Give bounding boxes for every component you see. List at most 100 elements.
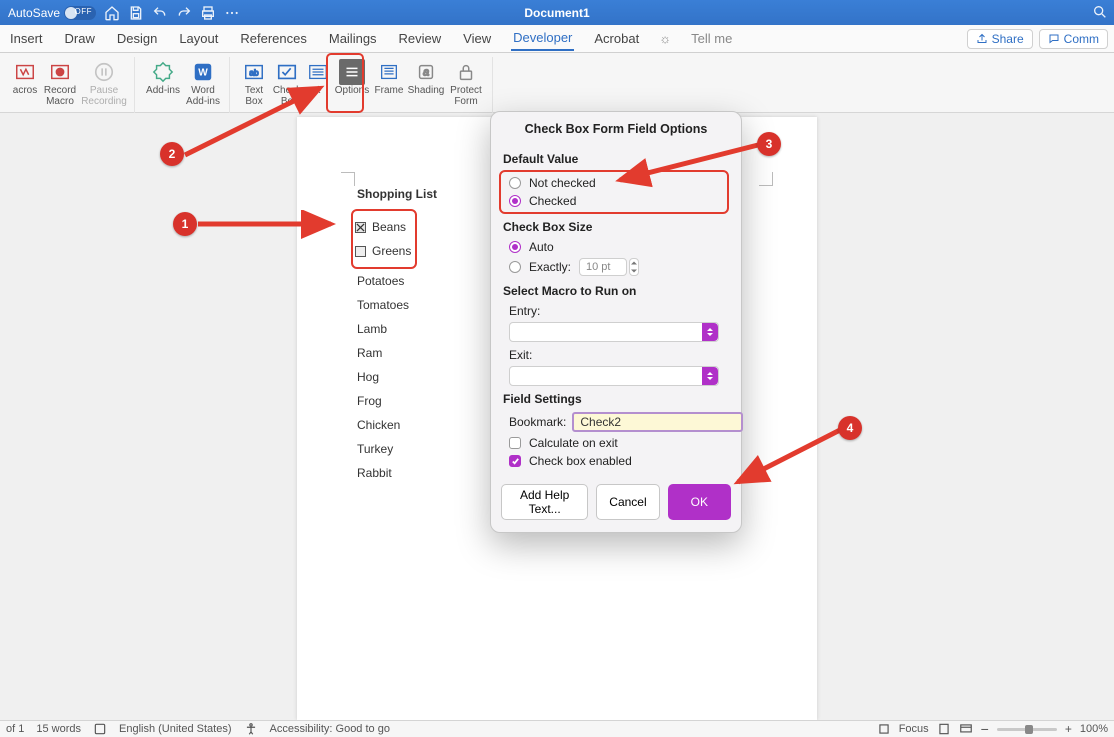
accessibility-icon[interactable]: [244, 722, 258, 736]
autosave-label: AutoSave: [8, 6, 60, 20]
tab-mailings[interactable]: Mailings: [327, 27, 379, 50]
options-button[interactable]: Options: [332, 57, 372, 97]
spellcheck-icon[interactable]: [93, 722, 107, 736]
print-icon[interactable]: [200, 5, 216, 21]
status-page[interactable]: of 1: [6, 723, 24, 735]
callout-badge-3: 3: [757, 132, 781, 156]
ok-button[interactable]: OK: [668, 484, 731, 520]
add-help-text-button[interactable]: Add Help Text...: [501, 484, 588, 520]
tab-review[interactable]: Review: [397, 27, 444, 50]
bookmark-input[interactable]: [572, 412, 743, 432]
callout-badge-1: 1: [173, 212, 197, 236]
record-macro-button[interactable]: Record Macro: [40, 57, 80, 107]
radio-label: Not checked: [529, 176, 596, 190]
status-language[interactable]: English (United States): [119, 723, 232, 735]
list-item[interactable]: Greens: [355, 239, 411, 263]
record-macro-icon: [47, 59, 73, 85]
list-item-label: Tomatoes: [357, 298, 409, 312]
status-focus[interactable]: Focus: [899, 723, 929, 735]
tellme[interactable]: Tell me: [689, 27, 734, 50]
entry-macro-label: Entry:: [503, 302, 729, 320]
zoom-level[interactable]: 100%: [1080, 723, 1108, 735]
title-bar: AutoSave OFF Document1: [0, 0, 1114, 25]
tab-layout[interactable]: Layout: [177, 27, 220, 50]
status-accessibility[interactable]: Accessibility: Good to go: [270, 723, 390, 735]
macro-heading: Select Macro to Run on: [503, 284, 729, 298]
size-stepper[interactable]: [629, 258, 639, 276]
shading-button[interactable]: a Shading: [406, 57, 446, 97]
macros-icon: [12, 59, 38, 85]
tab-insert[interactable]: Insert: [8, 27, 45, 50]
text-box-button[interactable]: ab Text Box: [238, 57, 270, 107]
size-input[interactable]: [579, 258, 627, 276]
combo-box-button[interactable]: x: [304, 57, 332, 97]
save-icon[interactable]: [128, 5, 144, 21]
ribbon: acros Record Macro Pause Recording Add-i…: [0, 53, 1114, 113]
zoom-out[interactable]: −: [981, 721, 989, 737]
zoom-in[interactable]: +: [1065, 722, 1072, 736]
frame-icon: [376, 59, 402, 85]
chevron-updown-icon: [702, 323, 718, 341]
checkbox-options-dialog: Check Box Form Field Options Default Val…: [490, 111, 742, 533]
checkbox-label: Calculate on exit: [529, 436, 618, 450]
home-icon[interactable]: [104, 5, 120, 21]
view-web-icon[interactable]: [959, 722, 973, 736]
radio-label: Exactly:: [529, 260, 571, 274]
check-box-button[interactable]: Check Bo: [270, 57, 304, 107]
tab-developer[interactable]: Developer: [511, 26, 574, 51]
radio-icon: [509, 195, 521, 207]
list-item[interactable]: Beans: [355, 215, 411, 239]
svg-text:W: W: [198, 68, 208, 79]
zoom-slider[interactable]: [997, 728, 1057, 731]
size-heading: Check Box Size: [503, 220, 729, 234]
macros-button[interactable]: acros: [10, 57, 40, 97]
checkbox-field-checked[interactable]: [355, 222, 366, 233]
tab-draw[interactable]: Draw: [63, 27, 97, 50]
entry-macro-select[interactable]: [509, 322, 719, 342]
exit-macro-label: Exit:: [503, 346, 729, 364]
redo-icon[interactable]: [176, 5, 192, 21]
tab-view[interactable]: View: [461, 27, 493, 50]
share-button[interactable]: Share: [967, 29, 1033, 49]
addins-button[interactable]: Add-ins: [143, 57, 183, 97]
autosave-switch[interactable]: OFF: [64, 6, 96, 20]
protect-form-button[interactable]: Protect Form: [446, 57, 486, 107]
radio-not-checked[interactable]: Not checked: [503, 174, 725, 192]
radio-icon: [509, 177, 521, 189]
list-item-label: Frog: [357, 394, 382, 408]
undo-icon[interactable]: [152, 5, 168, 21]
comments-button[interactable]: Comm: [1039, 29, 1108, 49]
shading-icon: a: [413, 59, 439, 85]
tab-acrobat[interactable]: Acrobat: [592, 27, 641, 50]
list-item-label: Beans: [372, 220, 406, 234]
exit-macro-select[interactable]: [509, 366, 719, 386]
callout-highlight-checkboxes: Beans Greens: [351, 209, 417, 269]
cancel-button[interactable]: Cancel: [596, 484, 659, 520]
view-print-icon[interactable]: [937, 722, 951, 736]
text-box-icon: ab: [241, 59, 267, 85]
frame-button[interactable]: Frame: [372, 57, 406, 97]
list-item-label: Greens: [372, 244, 411, 258]
radio-auto[interactable]: Auto: [503, 238, 729, 256]
pause-recording-button: Pause Recording: [80, 57, 128, 107]
word-addins-button[interactable]: W Word Add-ins: [183, 57, 223, 107]
autosave-toggle[interactable]: AutoSave OFF: [8, 6, 96, 20]
radio-exactly[interactable]: Exactly:: [503, 256, 729, 278]
checkbox-enabled-checkbox[interactable]: Check box enabled: [503, 452, 729, 470]
checkbox-icon: [509, 437, 521, 449]
status-words[interactable]: 15 words: [36, 723, 81, 735]
radio-checked[interactable]: Checked: [503, 192, 725, 210]
calc-on-exit-checkbox[interactable]: Calculate on exit: [503, 434, 729, 452]
list-item-label: Lamb: [357, 322, 387, 336]
margin-mark-tr: [759, 172, 773, 186]
default-value-heading: Default Value: [503, 152, 729, 166]
tab-references[interactable]: References: [238, 27, 308, 50]
more-icon[interactable]: [224, 5, 240, 21]
tab-design[interactable]: Design: [115, 27, 159, 50]
search-icon[interactable]: [1092, 4, 1108, 20]
radio-icon: [509, 241, 521, 253]
focus-icon[interactable]: [877, 722, 891, 736]
checkbox-field-unchecked[interactable]: [355, 246, 366, 257]
tellme-icon[interactable]: ☼: [659, 31, 671, 46]
status-bar: of 1 15 words English (United States) Ac…: [0, 720, 1114, 737]
